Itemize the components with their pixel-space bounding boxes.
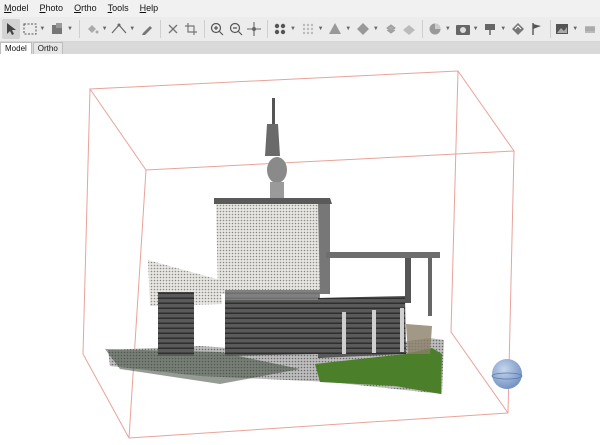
show-dem-button[interactable] [401,19,419,39]
zoom-in-button[interactable] [208,19,226,39]
paint-bucket-button[interactable] [83,19,101,39]
delete-icon [168,24,178,34]
zoom-out-button[interactable] [227,19,245,39]
log-walls [158,290,320,356]
toolbar-separator [549,20,551,38]
selection-dropdown-icon[interactable]: ▼ [39,26,45,32]
navigation-sphere[interactable] [491,359,523,389]
pencil-button[interactable] [138,19,156,39]
texture-dropdown-icon[interactable]: ▼ [373,26,379,32]
paint-dropdown-icon[interactable]: ▼ [102,26,108,32]
show-markers-icon [485,24,496,35]
toolbar-separator [267,20,269,38]
show-dense-cloud-icon [302,23,313,35]
church-tower [214,198,332,294]
camera-dropdown-icon[interactable]: ▼ [473,26,479,32]
delete-button[interactable] [164,19,182,39]
porch-gallery [318,252,440,358]
model-viewport[interactable] [0,54,600,445]
navigation-button[interactable] [2,19,20,39]
main-toolbar: ▼ ▼ ▼ ▼ ▼ ▼ ▼ ▼ ▼ ▼ ▼ ▼ [0,17,600,42]
mesh-dropdown-icon[interactable]: ▼ [345,26,351,32]
ruler-button[interactable] [111,19,129,39]
brush-dropdown-icon[interactable]: ▼ [67,26,73,32]
reset-view-button[interactable] [581,19,599,39]
brush-selection-icon [52,23,63,34]
paint-bucket-icon [87,25,99,34]
brush-selection-button[interactable] [48,19,66,39]
menu-tools[interactable]: Tools [104,0,136,17]
zoom-in-icon [211,22,224,36]
menu-bar: Model Photo Ortho Tools Help [0,0,600,17]
show-images-button[interactable] [554,19,572,39]
show-mesh-button[interactable] [327,19,345,39]
show-shapes-icon [512,23,524,35]
menu-ortho[interactable]: Ortho [70,0,104,17]
toolbar-separator [78,20,80,38]
show-tiled-model-button[interactable] [382,19,400,39]
tab-ortho[interactable]: Ortho [32,42,63,54]
markers-dropdown-icon[interactable]: ▼ [500,26,506,32]
crop-button[interactable] [183,19,201,39]
region-icon [429,23,441,35]
menu-photo[interactable]: Photo [36,0,71,17]
show-images-icon [556,24,569,34]
show-mesh-icon [329,23,342,34]
region-dropdown-icon[interactable]: ▼ [445,26,451,32]
navigation-icon [6,23,16,35]
move-button[interactable] [246,19,264,39]
show-dense-cloud-button[interactable] [299,19,317,39]
point-cloud-scene [82,70,523,439]
zoom-out-icon [229,22,243,36]
points-dropdown-icon[interactable]: ▼ [290,26,296,32]
dense-cloud-dropdown-icon[interactable]: ▼ [318,26,324,32]
camera-icon [455,25,470,35]
ruler-icon [111,23,127,34]
show-markers-button[interactable] [482,19,500,39]
show-dem-icon [403,25,416,35]
move-icon [247,22,262,36]
show-flags-button[interactable] [528,19,546,39]
show-points-button[interactable] [271,19,289,39]
toolbar-separator [159,20,161,38]
show-texture-icon [357,23,370,35]
toolbar-separator [204,20,206,38]
flag-icon [531,23,541,35]
view-tab-bar: Model Ortho [0,42,600,54]
pencil-icon [142,26,153,35]
reset-view-icon [585,26,595,33]
crop-icon [185,23,198,35]
rectangle-selection-icon [23,23,37,35]
show-texture-button[interactable] [354,19,372,39]
rectangle-selection-button[interactable] [21,19,39,39]
show-region-button[interactable] [426,19,444,39]
camera-button[interactable] [454,19,472,39]
church-spire [265,98,287,198]
toolbar-separator [422,20,424,38]
show-tiled-model-icon [385,24,396,34]
tab-model[interactable]: Model [0,42,32,54]
images-dropdown-icon[interactable]: ▼ [572,26,578,32]
menu-help[interactable]: Help [136,0,166,17]
ruler-dropdown-icon[interactable]: ▼ [129,26,135,32]
show-points-icon [274,23,286,35]
menu-model[interactable]: Model [0,0,36,17]
show-shapes-button[interactable] [509,19,527,39]
